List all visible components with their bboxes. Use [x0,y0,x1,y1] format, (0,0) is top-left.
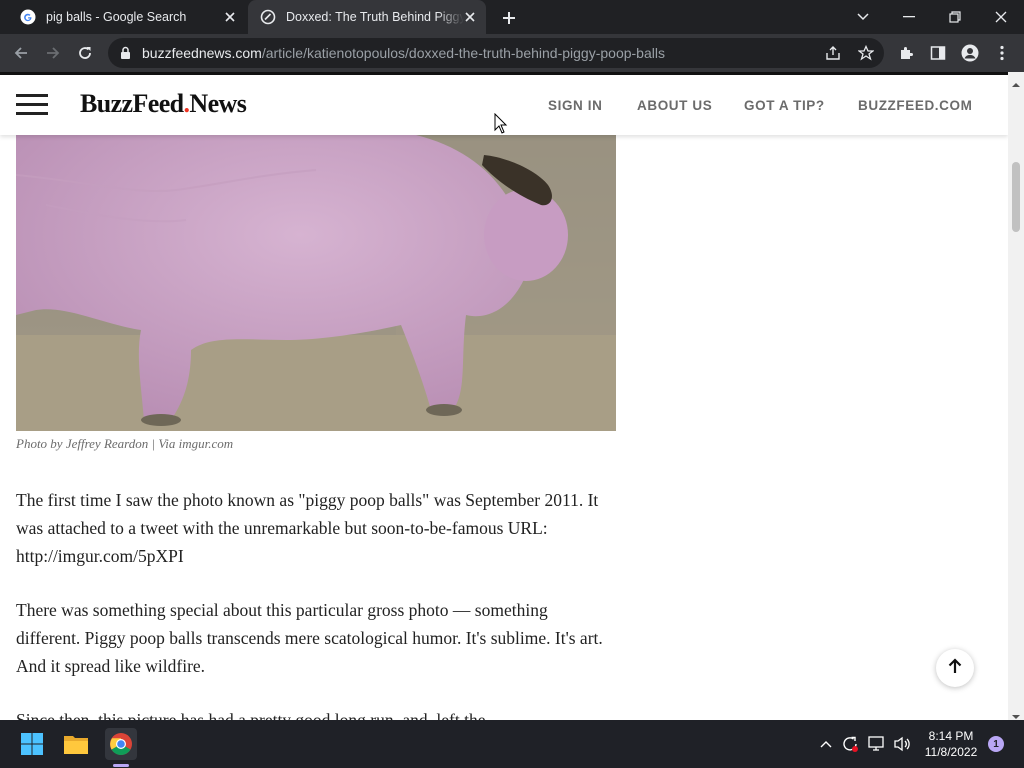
tab-title: pig balls - Google Search [46,10,187,24]
sync-alert-icon[interactable] [840,734,860,754]
new-tab-plus-icon[interactable] [498,7,520,29]
back-to-top-button[interactable] [936,649,974,687]
article-photo-pig [16,135,616,431]
tray-chevron-up-icon[interactable] [816,734,836,754]
url-text[interactable]: buzzfeednews.com/article/katienotopoulos… [142,45,665,61]
extensions-puzzle-icon[interactable] [893,40,919,66]
minimize-icon[interactable] [896,4,922,30]
scroll-down-arrow-icon[interactable] [1012,708,1020,719]
nav-got-a-tip-link[interactable]: GOT A TIP? [744,98,825,113]
menu-kebab-icon[interactable] [989,40,1015,66]
restore-icon[interactable] [942,4,968,30]
url-path: /article/katienotopoulos/doxxed-the-trut… [261,45,665,61]
article-paragraph: The first time I saw the photo known as … [16,490,599,566]
browser-toolbar: buzzfeednews.com/article/katienotopoulos… [0,34,1024,72]
clock-time: 8:14 PM [928,729,974,743]
tab-search-chevron-icon[interactable] [850,4,876,30]
browser-tab-strip: pig balls - Google Search Doxxed: The Tr… [0,0,1024,34]
url-domain: buzzfeednews.com [142,45,262,61]
taskbar-clock[interactable]: 8:14 PM 11/8/2022 [918,728,984,760]
mouse-cursor-icon [494,112,508,140]
profile-avatar-icon[interactable] [957,40,983,66]
photo-caption: Photo by Jeffrey Reardon | Via imgur.com [16,436,234,451]
nav-about-us-link[interactable]: ABOUT US [637,98,712,113]
tab-title: Doxxed: The Truth Behind Piggy Poop Ball… [286,10,464,24]
clock-date: 11/8/2022 [924,745,978,759]
close-window-icon[interactable] [988,4,1014,30]
close-tab-icon[interactable] [462,9,478,25]
lock-icon[interactable] [120,46,131,65]
share-icon[interactable] [823,43,843,63]
back-arrow-icon[interactable] [8,40,34,66]
windows-taskbar: 8:14 PM 11/8/2022 1 [0,720,1024,768]
nav-buzzfeed-com-link[interactable]: BUZZFEED.COM [858,98,972,113]
article-paragraph: There was something special about this p… [16,600,603,676]
file-explorer-icon[interactable] [60,728,92,760]
arrow-up-icon [948,657,962,679]
scrollbar-thumb[interactable] [1012,162,1020,232]
network-icon[interactable] [867,734,887,754]
logo-subtext: News [189,89,247,118]
active-app-indicator [113,764,129,767]
side-panel-icon[interactable] [925,40,951,66]
reload-icon[interactable] [72,40,98,66]
scroll-up-arrow-icon[interactable] [1012,76,1020,87]
close-tab-icon[interactable] [222,9,238,25]
page-scrollbar[interactable] [1008,72,1024,720]
tab-google-search[interactable]: pig balls - Google Search [8,0,246,34]
logo-text: BuzzFeed [80,89,184,118]
article-paragraph: Since then, this picture has had a prett… [16,710,486,720]
tab-buzzfeed-article[interactable]: Doxxed: The Truth Behind Piggy Poop Ball… [248,0,486,34]
hamburger-menu-icon[interactable] [16,94,48,118]
bookmark-star-icon[interactable] [856,43,876,63]
buzzfeed-news-logo[interactable]: BuzzFeed.News [80,89,247,119]
volume-icon[interactable] [892,734,912,754]
windows-start-icon[interactable] [16,728,48,760]
forward-arrow-icon[interactable] [40,40,66,66]
nav-sign-in-link[interactable]: SIGN IN [548,98,602,113]
chrome-taskbar-icon[interactable] [105,728,137,760]
address-bar[interactable]: buzzfeednews.com/article/katienotopoulos… [108,38,884,68]
page-viewport: BuzzFeed.News SIGN IN ABOUT US GOT A TIP… [0,72,1008,720]
buzzfeed-news-icon [260,9,276,25]
notification-badge[interactable]: 1 [988,736,1004,752]
google-g-icon [20,9,36,25]
